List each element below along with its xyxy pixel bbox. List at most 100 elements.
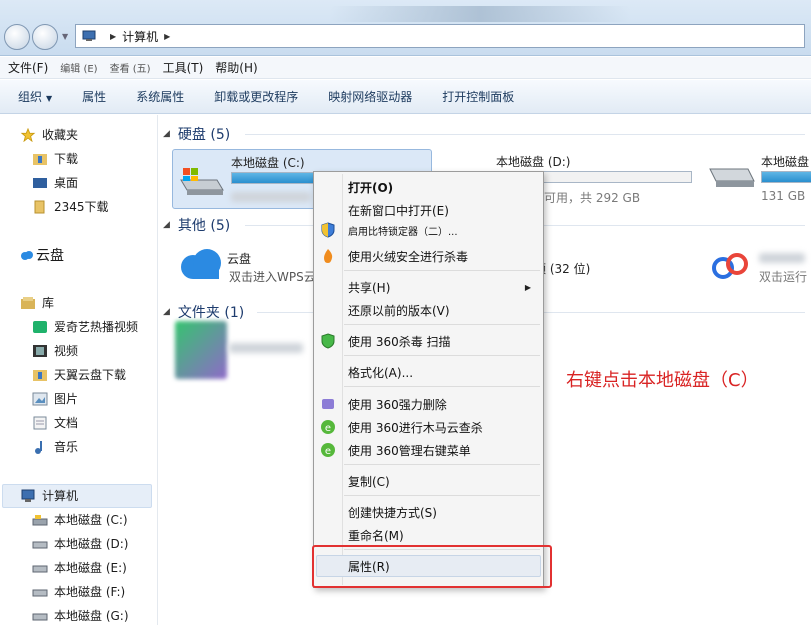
menu-separator bbox=[344, 495, 540, 496]
drive-free-space: 可用，共 292 GB bbox=[544, 191, 641, 205]
baidu-netdisk-icon bbox=[712, 253, 748, 279]
sidebar-item-label: 视频 bbox=[54, 344, 79, 358]
menu-item-label: 共享(H) bbox=[348, 280, 391, 295]
iqiyi-icon bbox=[33, 320, 47, 333]
menu-item-share[interactable]: 共享(H) ▶ bbox=[316, 277, 541, 297]
sidebar-item-label: 爱奇艺热播视频 bbox=[54, 320, 139, 334]
download-folder-icon bbox=[33, 153, 47, 165]
group-header-other[interactable]: ◢ 其他 (5) bbox=[163, 215, 230, 235]
collapse-triangle-icon[interactable]: ◢ bbox=[163, 307, 170, 317]
sidebar-item-label: 本地磁盘 (F:) bbox=[54, 585, 126, 599]
drive-usage-fill bbox=[762, 172, 811, 182]
sidebar-item-2345-downloads[interactable]: 2345下载 bbox=[32, 198, 109, 215]
forward-button[interactable] bbox=[32, 24, 58, 50]
menu-item-360-force-delete[interactable]: 使用 360强力删除 bbox=[316, 394, 541, 414]
menu-item-create-shortcut[interactable]: 创建快捷方式(S) bbox=[316, 502, 541, 522]
menu-item-label: 格式化(A)... bbox=[348, 365, 414, 380]
properties-highlight-box bbox=[312, 545, 552, 588]
menu-item-bitlocker[interactable]: 启用比特锁定器（二）... bbox=[316, 220, 541, 240]
sidebar-item-pictures[interactable]: 图片 bbox=[32, 390, 78, 407]
menu-edit[interactable]: 编辑 (E) bbox=[60, 60, 97, 75]
sidebar-item-downloads[interactable]: 下载 bbox=[32, 150, 78, 167]
folder-thumbnail-blurred[interactable] bbox=[175, 321, 227, 379]
sidebar-item-label: 音乐 bbox=[54, 440, 79, 454]
hard-drive-icon bbox=[32, 589, 48, 596]
menu-file[interactable]: 文件(F) bbox=[8, 59, 48, 76]
sidebar-item-desktop[interactable]: 桌面 bbox=[32, 174, 78, 191]
menu-item-huorong-scan[interactable]: 使用火绒安全进行杀毒 bbox=[316, 246, 541, 266]
menu-item-360-scan[interactable]: 使用 360杀毒 扫描 bbox=[316, 331, 541, 351]
back-button[interactable] bbox=[4, 24, 30, 50]
sidebar-item-drive-c[interactable]: 本地磁盘 (C:) bbox=[32, 511, 128, 528]
hard-drive-icon bbox=[32, 613, 48, 620]
group-header-hdd[interactable]: ◢ 硬盘 (5) bbox=[163, 124, 230, 144]
collapse-triangle-icon[interactable]: ◢ bbox=[163, 220, 170, 230]
sidebar-item-drive-d[interactable]: 本地磁盘 (D:) bbox=[32, 535, 128, 552]
hard-drive-icon bbox=[709, 168, 755, 187]
menu-item-format[interactable]: 格式化(A)... bbox=[316, 362, 541, 382]
open-control-panel-button[interactable]: 打开控制面板 bbox=[442, 88, 514, 105]
organize-button[interactable]: 组织 ▼ bbox=[18, 88, 52, 105]
menu-item-label: 还原以前的版本(V) bbox=[348, 303, 450, 318]
sidebar-library[interactable]: 库 bbox=[20, 294, 54, 311]
drive-name: 本地磁盘 (C:) bbox=[231, 156, 305, 170]
blurred-name bbox=[759, 253, 805, 263]
collapse-triangle-icon[interactable]: ◢ bbox=[163, 129, 170, 139]
history-dropdown-icon[interactable]: ▼ bbox=[62, 32, 68, 41]
menu-item-restore-versions[interactable]: 还原以前的版本(V) bbox=[316, 300, 541, 320]
menu-view[interactable]: 查看 (五) bbox=[110, 60, 151, 75]
system-properties-button[interactable]: 系统属性 bbox=[136, 88, 184, 105]
sidebar-item-label: 桌面 bbox=[54, 176, 79, 190]
menu-item-360-trojan-scan[interactable]: e 使用 360进行木马云查杀 bbox=[316, 417, 541, 437]
menu-item-360-manage-menu[interactable]: e 使用 360管理右键菜单 bbox=[316, 440, 541, 460]
menu-item-label: 创建快捷方式(S) bbox=[348, 505, 437, 520]
menu-item-label: 使用 360进行木马云查杀 bbox=[348, 420, 483, 435]
cloud-drive-name[interactable]: 云盘 bbox=[227, 250, 251, 267]
sidebar-item-drive-f[interactable]: 本地磁盘 (F:) bbox=[32, 583, 125, 600]
menu-item-label: 重命名(M) bbox=[348, 528, 404, 543]
sidebar-item-videos[interactable]: 视频 bbox=[32, 342, 78, 359]
map-network-drive-button[interactable]: 映射网络驱动器 bbox=[328, 88, 412, 105]
sidebar-item-label: 本地磁盘 (E:) bbox=[54, 561, 127, 575]
sidebar-item-drive-e[interactable]: 本地磁盘 (E:) bbox=[32, 559, 127, 576]
menu-item-open-new-window[interactable]: 在新窗口中打开(E) bbox=[316, 200, 541, 220]
drive-tile-e[interactable]: 本地磁盘 131 GB bbox=[704, 149, 811, 209]
context-menu: 打开(O) 在新窗口中打开(E) 启用比特锁定器（二）... 使用火绒安全进行杀… bbox=[313, 171, 544, 588]
navigation-pane: 收藏夹 下载 桌面 2345下载 云盘 库 爱奇艺热播视频 视频 天翼云盘下载 … bbox=[0, 115, 158, 625]
sidebar-item-iqiyi[interactable]: 爱奇艺热播视频 bbox=[32, 318, 138, 335]
menu-tools[interactable]: 工具(T) bbox=[163, 59, 204, 76]
sidebar-item-documents[interactable]: 文档 bbox=[32, 414, 78, 431]
sidebar-favorites[interactable]: 收藏夹 bbox=[20, 126, 78, 143]
breadcrumb-computer[interactable]: 计算机 bbox=[122, 28, 158, 45]
sidebar-library-label: 库 bbox=[42, 296, 55, 310]
uninstall-button[interactable]: 卸载或更改程序 bbox=[214, 88, 298, 105]
sidebar-item-music[interactable]: 音乐 bbox=[32, 438, 78, 455]
sidebar-computer[interactable]: 计算机 bbox=[20, 487, 78, 504]
breadcrumb-arrow-icon[interactable]: ▶ bbox=[110, 32, 116, 41]
music-note-icon bbox=[35, 440, 42, 454]
menu-separator bbox=[344, 386, 540, 387]
menu-item-rename[interactable]: 重命名(M) bbox=[316, 525, 541, 545]
menu-item-open[interactable]: 打开(O) bbox=[316, 177, 541, 197]
sidebar-item-label: 本地磁盘 (G:) bbox=[54, 609, 129, 623]
menu-help[interactable]: 帮助(H) bbox=[215, 59, 257, 76]
sidebar-item-tianyi-downloads[interactable]: 天翼云盘下载 bbox=[32, 366, 126, 383]
computer-icon bbox=[21, 489, 35, 502]
sidebar-item-drive-g[interactable]: 本地磁盘 (G:) bbox=[32, 607, 129, 624]
shield-icon bbox=[321, 222, 335, 238]
breadcrumb-arrow-icon[interactable]: ▶ bbox=[164, 32, 170, 41]
group-header-folders[interactable]: ◢ 文件夹 (1) bbox=[163, 302, 244, 322]
properties-button[interactable]: 属性 bbox=[82, 88, 106, 105]
chevron-down-icon: ▼ bbox=[46, 94, 53, 103]
menu-item-copy[interactable]: 复制(C) bbox=[316, 471, 541, 491]
address-bar[interactable]: ▶ 计算机 ▶ bbox=[75, 24, 805, 48]
sidebar-cloud[interactable]: 云盘 bbox=[20, 245, 64, 265]
sidebar-item-label: 本地磁盘 (C:) bbox=[54, 513, 128, 527]
drive-usage-bar bbox=[761, 171, 811, 183]
menu-separator bbox=[344, 324, 540, 325]
huorong-icon bbox=[324, 249, 333, 263]
library-icon bbox=[21, 296, 35, 309]
download-folder-icon bbox=[33, 369, 47, 381]
group-title: 硬盘 (5) bbox=[177, 127, 231, 143]
blurred-info bbox=[231, 192, 311, 202]
